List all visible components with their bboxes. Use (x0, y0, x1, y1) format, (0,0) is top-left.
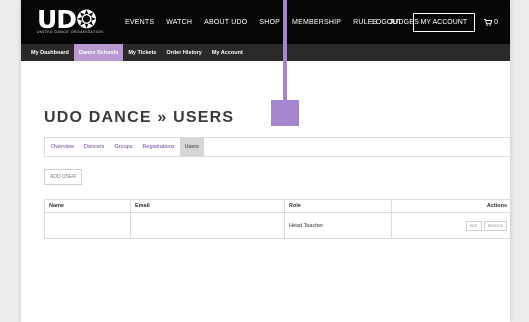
tab-users[interactable]: Users (179, 138, 204, 156)
subnav-my-account[interactable]: My Account (207, 44, 248, 61)
nav-membership[interactable]: MEMBERSHIP (292, 19, 341, 26)
tab-overview[interactable]: Overview (45, 138, 79, 156)
page-title: UDO DANCE » USERS (44, 109, 235, 126)
column-header-role: Role (285, 200, 392, 212)
user-actions-cell: EDIT REMOVE (392, 213, 511, 238)
cart-link[interactable]: 0 (484, 19, 498, 26)
user-role-cell: Head Teacher (285, 213, 392, 238)
cart-count: 0 (494, 18, 498, 26)
column-header-actions: Actions (486, 203, 507, 209)
header-right: LOGOUT MY ACCOUNT 0 (372, 0, 498, 44)
subnav-my-dashboard[interactable]: My Dashboard (26, 44, 74, 61)
user-name-cell (45, 213, 131, 238)
tab-registrations[interactable]: Registrations (137, 138, 179, 156)
school-tabs: Overview Dancers Groups Registrations Us… (44, 137, 512, 157)
subnav-my-tickets[interactable]: My Tickets (123, 44, 161, 61)
nav-watch[interactable]: WATCH (166, 19, 192, 26)
dashboard-subnav: My Dashboard Dance Schools My Tickets Or… (21, 44, 510, 61)
highlight-marker-box (271, 100, 299, 126)
nav-shop[interactable]: SHOP (259, 19, 280, 26)
remove-button[interactable]: REMOVE (483, 220, 507, 231)
users-table: Name Email Role Actions Head Teacher EDI… (44, 199, 512, 239)
column-header-email: Email (131, 200, 285, 212)
table-header-row: Name Email Role Actions (45, 200, 511, 213)
highlight-marker-line (283, 0, 287, 100)
edit-button[interactable]: EDIT (465, 220, 482, 231)
table-row: Head Teacher EDIT REMOVE (45, 213, 511, 238)
column-header-name: Name (45, 200, 131, 212)
logo-wordmark: UD❂ (37, 7, 113, 32)
subnav-order-history[interactable]: Order History (161, 44, 206, 61)
udo-logo[interactable]: UD❂ UNITED DANCE ORGANISATION (37, 7, 113, 37)
main-panel: UD❂ UNITED DANCE ORGANISATION EVENTS WAT… (21, 0, 510, 322)
top-navigation-bar: UD❂ UNITED DANCE ORGANISATION EVENTS WAT… (21, 0, 510, 44)
logout-link[interactable]: LOGOUT (372, 19, 402, 26)
nav-about-udo[interactable]: ABOUT UDO (204, 19, 247, 26)
nav-events[interactable]: EVENTS (125, 19, 154, 26)
user-email-cell (131, 213, 285, 238)
tab-groups[interactable]: Groups (109, 138, 137, 156)
subnav-dance-schools[interactable]: Dance Schools (73, 44, 124, 61)
page: UD❂ UNITED DANCE ORGANISATION EVENTS WAT… (0, 0, 529, 322)
tab-dancers[interactable]: Dancers (79, 138, 109, 156)
my-account-button[interactable]: MY ACCOUNT (412, 12, 476, 32)
logo-tagline: UNITED DANCE ORGANISATION (37, 30, 104, 34)
add-user-button[interactable]: ADD USER (44, 169, 82, 185)
cart-icon (484, 18, 493, 26)
